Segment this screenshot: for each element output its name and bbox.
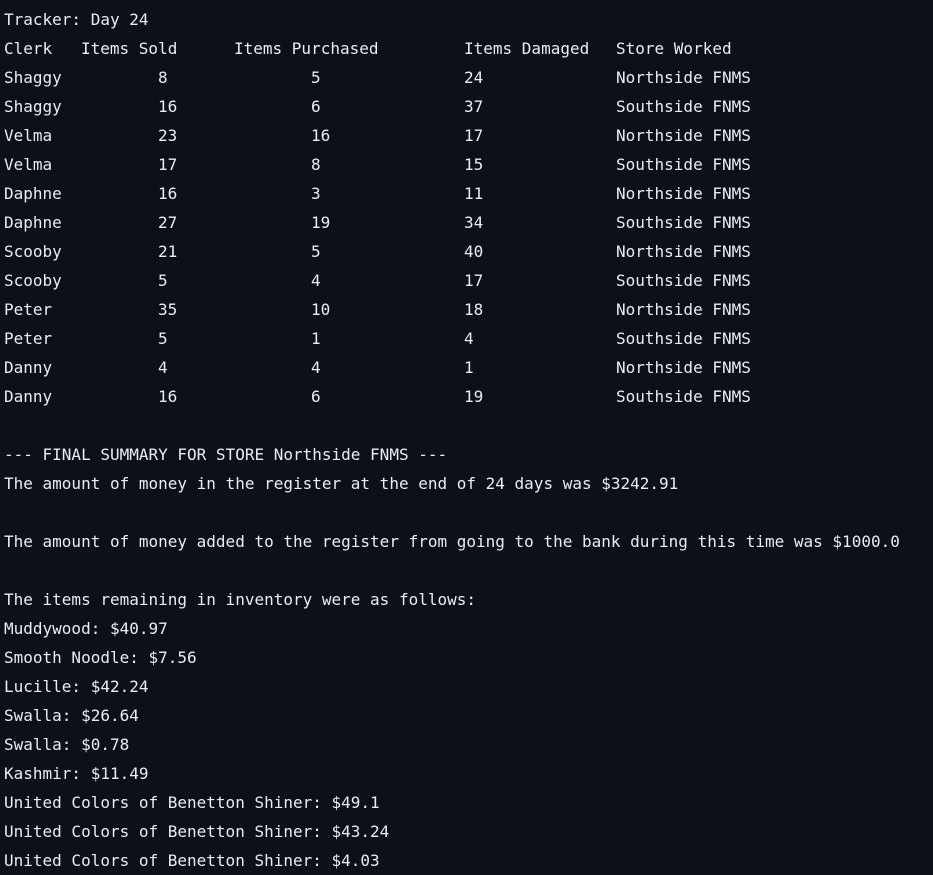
header-store-worked: Store Worked	[616, 39, 732, 58]
items-damaged-cell: 1	[464, 358, 474, 377]
items-damaged-cell: 17	[464, 126, 484, 145]
items-purchased-cell: 16	[311, 126, 331, 145]
items-damaged-cell: 11	[464, 184, 484, 203]
store-worked-cell: Northside FNMS	[616, 68, 751, 87]
items-damaged-cell: 15	[464, 155, 484, 174]
items-sold-cell: 5	[158, 271, 168, 290]
header-clerk: Clerk	[4, 39, 53, 58]
items-purchased-cell: 4	[311, 271, 321, 290]
inventory-item: United Colors of Benetton Shiner: $43.24	[4, 822, 390, 841]
table-row: Shaggy 16 6 37 Southside FNMS	[4, 92, 929, 121]
items-purchased-cell: 5	[311, 68, 321, 87]
items-sold-cell: 16	[158, 97, 178, 116]
table-row: Velma 17 8 15 Southside FNMS	[4, 150, 929, 179]
store-worked-cell: Northside FNMS	[616, 300, 751, 319]
store-worked-cell: Northside FNMS	[616, 242, 751, 261]
items-purchased-cell: 6	[311, 97, 321, 116]
items-damaged-cell: 34	[464, 213, 484, 232]
table-row: Daphne 27 19 34 Southside FNMS	[4, 208, 929, 237]
items-damaged-cell: 37	[464, 97, 484, 116]
items-sold-cell: 16	[158, 184, 178, 203]
items-damaged-cell: 4	[464, 329, 474, 348]
table-row: Scooby 5 4 17 Southside FNMS	[4, 266, 929, 295]
clerk-cell: Scooby	[4, 271, 62, 290]
inventory-intro: The items remaining in inventory were as…	[4, 590, 477, 609]
store-worked-cell: Northside FNMS	[616, 358, 751, 377]
store-worked-cell: Southside FNMS	[616, 155, 751, 174]
store-worked-cell: Southside FNMS	[616, 387, 751, 406]
inventory-item: Lucille: $42.24	[4, 677, 149, 696]
table-row: Shaggy 8 5 24 Northside FNMS	[4, 63, 929, 92]
clerk-cell: Shaggy	[4, 97, 62, 116]
inventory-item: Swalla: $0.78	[4, 735, 130, 754]
clerk-cell: Scooby	[4, 242, 62, 261]
store-worked-cell: Southside FNMS	[616, 213, 751, 232]
clerk-cell: Danny	[4, 387, 53, 406]
items-damaged-cell: 40	[464, 242, 484, 261]
items-purchased-cell: 1	[311, 329, 321, 348]
terminal-output: Tracker: Day 24 Clerk Items Sold Items P…	[4, 5, 929, 874]
inventory-item: Muddywood: $40.97	[4, 619, 168, 638]
tracker-title: Tracker: Day 24	[4, 10, 149, 29]
store-worked-cell: Northside FNMS	[616, 126, 751, 145]
store-worked-cell: Southside FNMS	[616, 271, 751, 290]
table-row: Peter 35 10 18 Northside FNMS	[4, 295, 929, 324]
clerk-cell: Danny	[4, 358, 53, 377]
header-items-sold: Items Sold	[81, 39, 178, 58]
table-row: Peter 5 1 4 Southside FNMS	[4, 324, 929, 353]
inventory-item: Swalla: $26.64	[4, 706, 139, 725]
inventory-item: United Colors of Benetton Shiner: $4.03	[4, 851, 380, 870]
items-sold-cell: 35	[158, 300, 178, 319]
items-purchased-cell: 6	[311, 387, 321, 406]
header-items-purchased: Items Purchased	[234, 39, 379, 58]
clerk-cell: Peter	[4, 329, 53, 348]
items-damaged-cell: 24	[464, 68, 484, 87]
bank-line: The amount of money added to the registe…	[4, 532, 900, 551]
items-sold-cell: 23	[158, 126, 178, 145]
clerk-cell: Velma	[4, 155, 53, 174]
table-header-row: Clerk Items Sold Items Purchased Items D…	[4, 34, 929, 63]
items-purchased-cell: 8	[311, 155, 321, 174]
items-damaged-cell: 18	[464, 300, 484, 319]
table-row: Daphne 16 3 11 Northside FNMS	[4, 179, 929, 208]
table-row: Velma 23 16 17 Northside FNMS	[4, 121, 929, 150]
items-sold-cell: 17	[158, 155, 178, 174]
items-sold-cell: 16	[158, 387, 178, 406]
clerk-cell: Shaggy	[4, 68, 62, 87]
clerk-cell: Velma	[4, 126, 53, 145]
items-damaged-cell: 17	[464, 271, 484, 290]
inventory-item: Kashmir: $11.49	[4, 764, 149, 783]
table-row: Scooby 21 5 40 Northside FNMS	[4, 237, 929, 266]
header-items-damaged: Items Damaged	[464, 39, 590, 58]
items-purchased-cell: 4	[311, 358, 321, 377]
inventory-item: Smooth Noodle: $7.56	[4, 648, 197, 667]
table-row: Danny 16 6 19 Southside FNMS	[4, 382, 929, 411]
items-sold-cell: 21	[158, 242, 178, 261]
clerk-cell: Daphne	[4, 213, 62, 232]
store-worked-cell: Southside FNMS	[616, 97, 751, 116]
items-damaged-cell: 19	[464, 387, 484, 406]
items-sold-cell: 5	[158, 329, 168, 348]
clerk-cell: Daphne	[4, 184, 62, 203]
inventory-item: United Colors of Benetton Shiner: $49.1	[4, 793, 380, 812]
clerk-cell: Peter	[4, 300, 53, 319]
store-worked-cell: Northside FNMS	[616, 184, 751, 203]
items-sold-cell: 8	[158, 68, 168, 87]
items-sold-cell: 4	[158, 358, 168, 377]
items-purchased-cell: 5	[311, 242, 321, 261]
table-row: Danny 4 4 1 Northside FNMS	[4, 353, 929, 382]
items-purchased-cell: 10	[311, 300, 331, 319]
store-worked-cell: Southside FNMS	[616, 329, 751, 348]
summary-heading: --- FINAL SUMMARY FOR STORE Northside FN…	[4, 445, 448, 464]
items-purchased-cell: 19	[311, 213, 331, 232]
items-purchased-cell: 3	[311, 184, 321, 203]
items-sold-cell: 27	[158, 213, 178, 232]
register-line: The amount of money in the register at t…	[4, 474, 679, 493]
